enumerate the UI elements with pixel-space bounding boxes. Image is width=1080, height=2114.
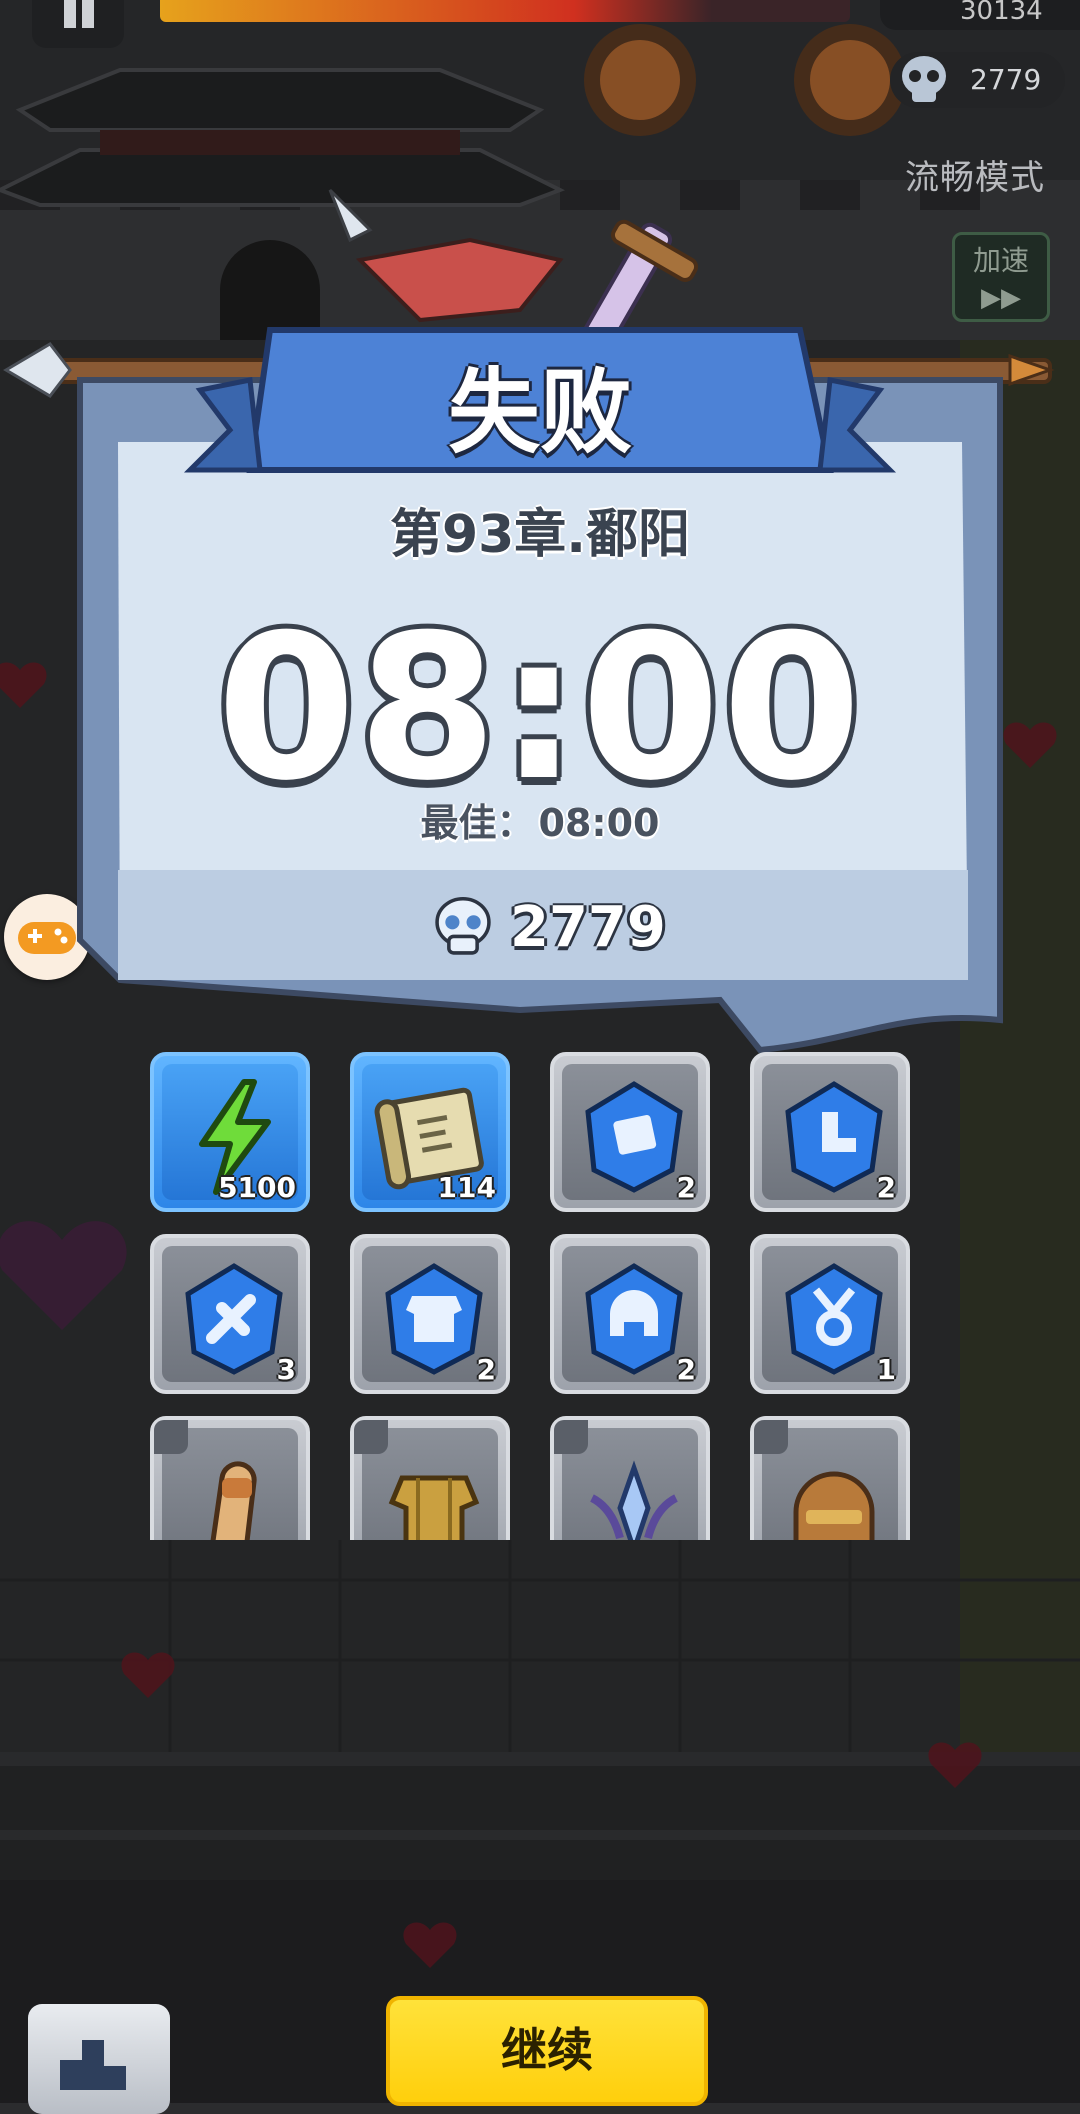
kill-counter: 2779 bbox=[890, 52, 1065, 108]
crystal-crown-icon bbox=[590, 1460, 678, 1540]
reward-scroll-gem[interactable]: 2 bbox=[550, 1052, 710, 1212]
pause-icon bbox=[82, 0, 94, 28]
best-time-value: 08:00 bbox=[538, 801, 660, 845]
reward-sword-gem[interactable]: 3 bbox=[150, 1234, 310, 1394]
reward-count: 3 bbox=[276, 1353, 296, 1386]
pause-icon bbox=[64, 0, 76, 28]
continue-button[interactable]: 继续 bbox=[386, 1996, 708, 2106]
reward-count: 2 bbox=[676, 1353, 696, 1386]
reward-helmet-gem[interactable]: 2 bbox=[550, 1234, 710, 1394]
skull-icon bbox=[902, 56, 946, 102]
health-bar bbox=[160, 0, 850, 22]
reward-grid: 5100 114 2 2 3 2 2 1 bbox=[150, 1052, 920, 1540]
pause-button[interactable] bbox=[32, 0, 124, 48]
coin-counter: 30134 bbox=[880, 0, 1080, 30]
reward-medal-gem[interactable]: 1 bbox=[750, 1234, 910, 1394]
reward-count: 2 bbox=[676, 1171, 696, 1204]
reward-count: 114 bbox=[437, 1171, 496, 1204]
reward-count: 5100 bbox=[218, 1171, 296, 1204]
bronze-helmet-icon bbox=[793, 1471, 875, 1540]
reward-helmet[interactable] bbox=[750, 1416, 910, 1540]
best-time-label: 最佳： bbox=[420, 801, 535, 845]
reward-energy[interactable]: 5100 bbox=[150, 1052, 310, 1212]
result-title: 失败 bbox=[447, 359, 632, 466]
reward-crown[interactable] bbox=[550, 1416, 710, 1540]
coin-count: 30134 bbox=[960, 0, 1043, 26]
reward-count: 1 bbox=[876, 1353, 896, 1386]
reward-boot-gem[interactable]: 2 bbox=[750, 1052, 910, 1212]
gold-armor-icon bbox=[388, 1475, 480, 1540]
result-kill-count: 2779 bbox=[430, 892, 666, 962]
ranking-button[interactable] bbox=[28, 2004, 170, 2114]
reward-armor-gem[interactable]: 2 bbox=[350, 1234, 510, 1394]
reward-armor[interactable] bbox=[350, 1416, 510, 1540]
skull-icon bbox=[435, 896, 491, 955]
reward-scroll[interactable]: 114 bbox=[350, 1052, 510, 1212]
kill-count: 2779 bbox=[970, 63, 1042, 96]
reward-gloves[interactable] bbox=[150, 1416, 310, 1540]
reward-count: 2 bbox=[476, 1353, 496, 1386]
chapter-name: 第93章.鄱阳 bbox=[389, 505, 691, 565]
reward-count: 2 bbox=[876, 1171, 896, 1204]
gauntlet-icon bbox=[210, 1461, 257, 1540]
result-kill-number: 2779 bbox=[510, 894, 666, 960]
podium-icon bbox=[60, 2040, 126, 2090]
best-time-row: 最佳： 08:00 bbox=[0, 792, 1080, 847]
survival-time: 08:00 bbox=[216, 592, 864, 825]
